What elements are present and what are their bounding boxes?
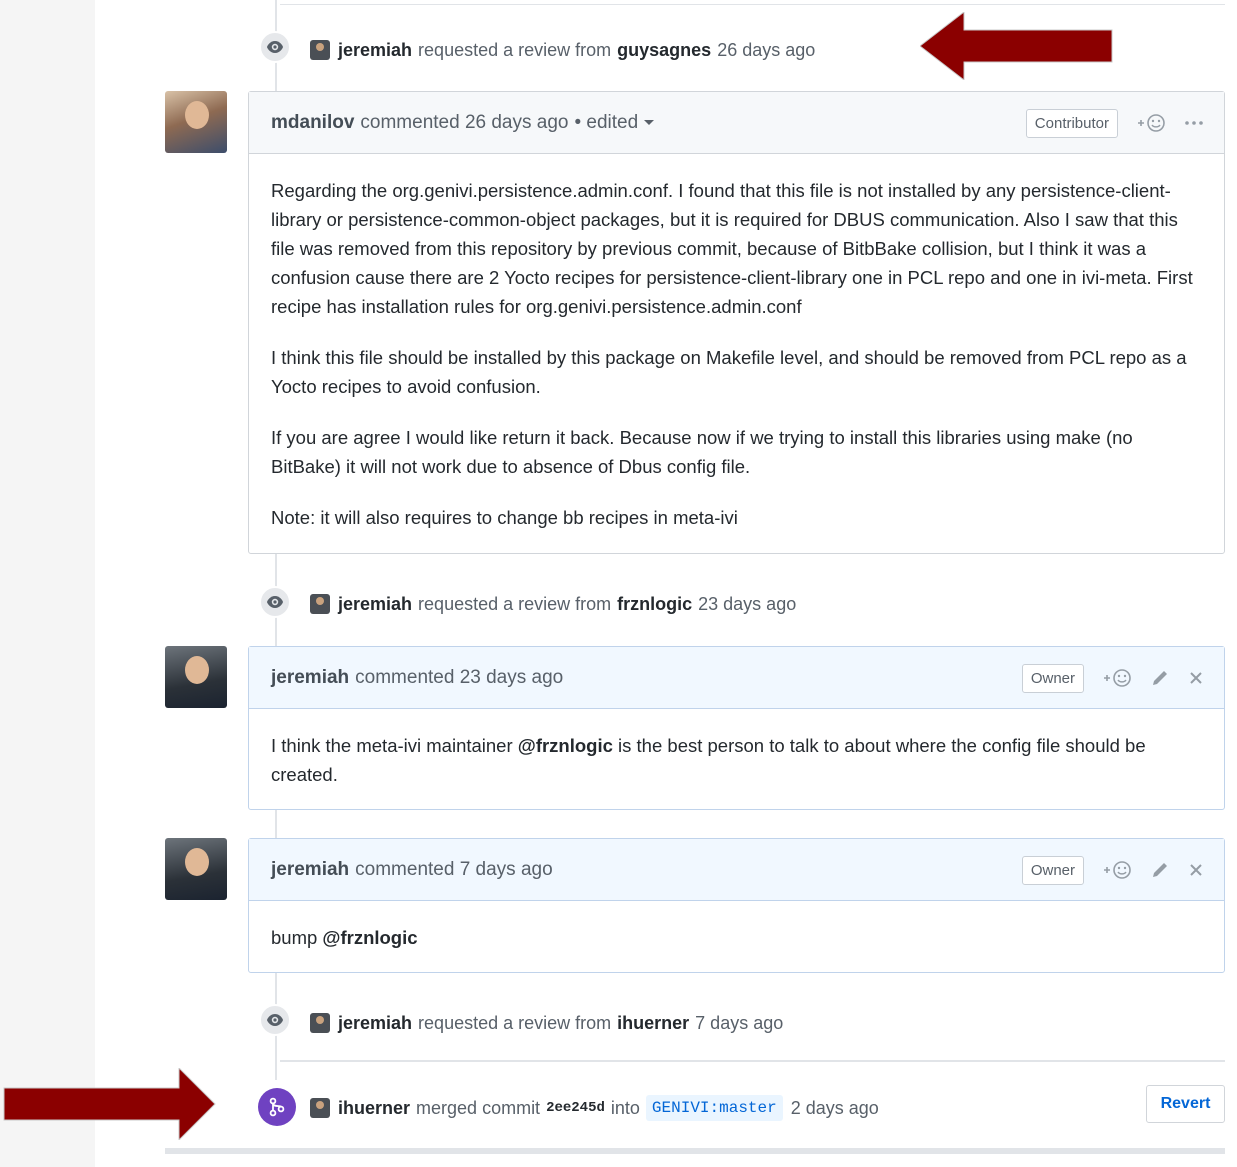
annotation-arrow-right	[3, 1068, 216, 1140]
comment-header: mdanilov commented 26 days ago • edited …	[249, 92, 1224, 154]
eye-icon	[259, 1004, 291, 1036]
user-mention[interactable]: @frznlogic	[518, 735, 613, 756]
left-margin	[0, 0, 95, 1167]
branch-name[interactable]: GENIVI:master	[645, 1095, 783, 1121]
comment-meta[interactable]: commented 26 days ago	[360, 112, 568, 134]
comment-box: jeremiah commented 23 days ago Owner I t…	[248, 646, 1225, 810]
review-request-event: jeremiah requested a review from frznlog…	[310, 589, 802, 619]
add-reaction-icon[interactable]	[1102, 859, 1132, 881]
merge-actor[interactable]: ihuerner	[338, 1098, 410, 1119]
comment-header: jeremiah commented 7 days ago Owner	[249, 839, 1224, 901]
event-time[interactable]: 23 days ago	[698, 594, 796, 615]
avatar[interactable]	[165, 646, 227, 708]
event-actor[interactable]: jeremiah	[338, 40, 412, 61]
comment-paragraph: If you are agree I would like return it …	[271, 427, 1133, 477]
close-icon[interactable]	[1188, 670, 1204, 686]
git-merge-icon	[258, 1088, 296, 1126]
add-reaction-icon[interactable]	[1102, 667, 1132, 689]
comment-author[interactable]: mdanilov	[271, 112, 354, 134]
more-options-icon[interactable]	[1184, 120, 1204, 126]
event-actor[interactable]: jeremiah	[338, 594, 412, 615]
avatar[interactable]	[310, 594, 330, 614]
comment-meta[interactable]: commented 7 days ago	[355, 859, 553, 881]
commit-sha[interactable]: 2ee245d	[546, 1100, 605, 1116]
event-actor[interactable]: jeremiah	[338, 1013, 412, 1034]
add-reaction-icon[interactable]	[1136, 112, 1166, 134]
event-action: requested a review from	[418, 39, 612, 60]
avatar[interactable]	[310, 40, 330, 60]
avatar[interactable]	[165, 838, 227, 900]
comment-meta[interactable]: commented 23 days ago	[355, 667, 563, 689]
edited-dropdown[interactable]: • edited	[574, 111, 655, 134]
merge-into: into	[610, 1097, 640, 1118]
avatar[interactable]	[310, 1013, 330, 1033]
role-badge: Owner	[1021, 663, 1084, 693]
top-divider	[280, 4, 1225, 5]
merge-action: merged commit	[416, 1097, 541, 1118]
comment-header: jeremiah commented 23 days ago Owner	[249, 647, 1224, 709]
avatar[interactable]	[310, 1098, 330, 1118]
merge-time[interactable]: 2 days ago	[791, 1098, 879, 1119]
comment-paragraph: I think the meta-ivi maintainer @frznlog…	[271, 731, 1202, 789]
comment-box: mdanilov commented 26 days ago • edited …	[248, 91, 1225, 554]
comment-author[interactable]: jeremiah	[271, 859, 349, 881]
comment-author[interactable]: jeremiah	[271, 667, 349, 689]
merge-divider	[280, 1060, 1225, 1062]
comment-paragraph: I think this file should be installed by…	[271, 347, 1187, 397]
comment-text: bump	[271, 927, 323, 948]
role-badge: Contributor	[1025, 108, 1118, 138]
annotation-arrow-left	[920, 12, 1113, 80]
avatar[interactable]	[165, 91, 227, 153]
comment-paragraph: bump @frznlogic	[271, 923, 1202, 952]
eye-icon	[259, 586, 291, 618]
event-target[interactable]: frznlogic	[617, 594, 692, 615]
bottom-divider	[165, 1148, 1225, 1154]
edited-label: • edited	[574, 111, 639, 133]
revert-button[interactable]: Revert	[1146, 1085, 1225, 1123]
comment-paragraph: Regarding the org.genivi.persistence.adm…	[271, 180, 1193, 317]
eye-icon	[259, 31, 291, 63]
comment-box: jeremiah commented 7 days ago Owner bump…	[248, 838, 1225, 973]
event-action: requested a review from	[418, 593, 612, 614]
comment-text: I think the meta-ivi maintainer	[271, 735, 518, 756]
review-request-event: jeremiah requested a review from ihuerne…	[310, 1008, 789, 1038]
review-request-event: jeremiah requested a review from guysagn…	[310, 35, 821, 65]
user-mention[interactable]: @frznlogic	[322, 927, 417, 948]
event-target[interactable]: ihuerner	[617, 1013, 689, 1034]
comment-body: bump @frznlogic	[249, 901, 1224, 966]
comment-paragraph: Note: it will also requires to change bb…	[271, 507, 738, 528]
event-action: requested a review from	[418, 1012, 612, 1033]
chevron-down-icon	[644, 119, 655, 125]
event-time[interactable]: 26 days ago	[717, 40, 815, 61]
comment-body: Regarding the org.genivi.persistence.adm…	[249, 154, 1224, 546]
merge-event: ihuerner merged commit 2ee245d into GENI…	[310, 1093, 885, 1123]
event-time[interactable]: 7 days ago	[695, 1013, 783, 1034]
close-icon[interactable]	[1188, 862, 1204, 878]
comment-body: I think the meta-ivi maintainer @frznlog…	[249, 709, 1224, 803]
role-badge: Owner	[1021, 855, 1084, 885]
pencil-icon[interactable]	[1150, 860, 1170, 880]
pencil-icon[interactable]	[1150, 668, 1170, 688]
event-target[interactable]: guysagnes	[617, 40, 711, 61]
